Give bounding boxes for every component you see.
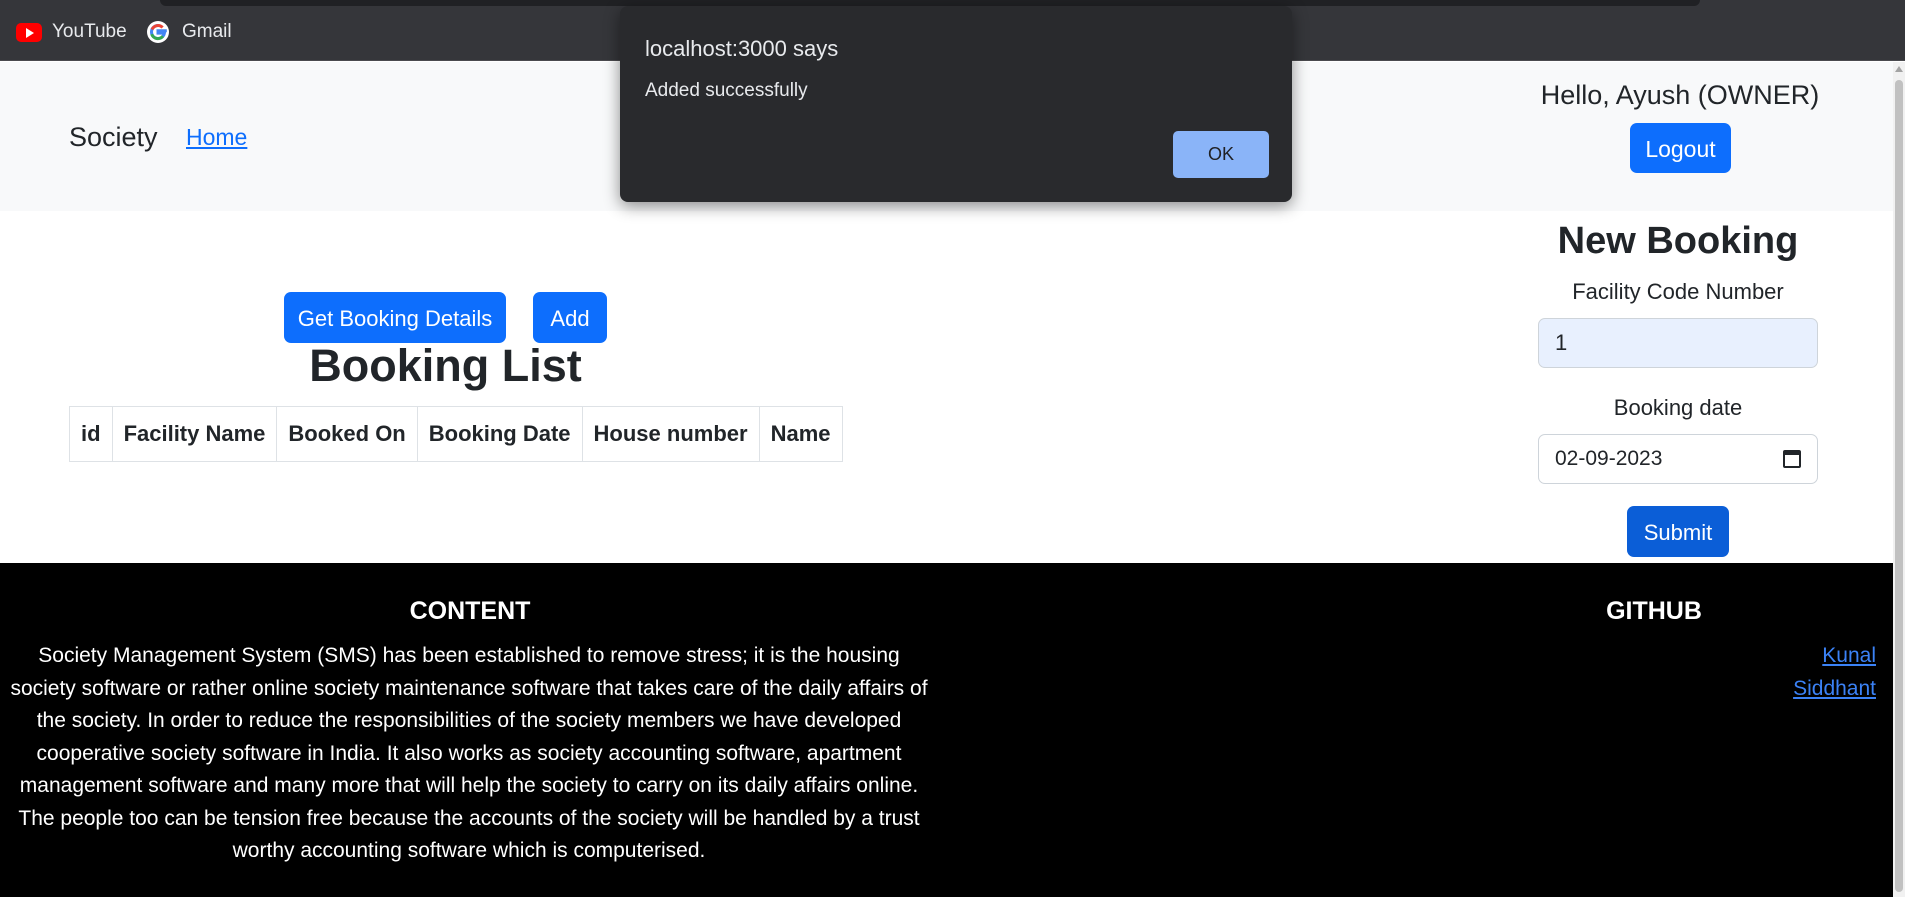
footer-content-text: Society Management System (SMS) has been… (10, 644, 928, 862)
booking-date-value: 02-09-2023 (1555, 447, 1663, 470)
booking-list-title: Booking List (309, 340, 582, 391)
github-link-siddhant[interactable]: Siddhant (1700, 673, 1876, 706)
booking-date-input[interactable]: 02-09-2023 (1538, 434, 1818, 484)
alert-dialog: localhost:3000 says Added successfully O… (620, 6, 1292, 202)
column-header-house-number: House number (581, 406, 760, 462)
dialog-message: Added successfully (645, 80, 808, 101)
bookmark-youtube[interactable]: YouTube (16, 18, 127, 46)
brand[interactable]: Society (69, 122, 158, 153)
column-header-name: Name (758, 406, 843, 462)
user-greeting: Hello, Ayush (OWNER) (1540, 80, 1820, 110)
new-booking-title: New Booking (1557, 220, 1799, 262)
logout-button[interactable]: Logout (1630, 123, 1731, 173)
scrollbar-thumb[interactable] (1895, 80, 1903, 892)
scrollbar[interactable] (1893, 62, 1905, 897)
booking-date-label: Booking date (1613, 395, 1743, 420)
get-booking-details-button[interactable]: Get Booking Details (284, 292, 506, 343)
calendar-icon[interactable] (1783, 450, 1801, 468)
github-link-kunal[interactable]: Kunal (1700, 640, 1876, 673)
youtube-icon (16, 22, 42, 42)
footer: CONTENT Society Management System (SMS) … (0, 563, 1893, 897)
bookmark-label: YouTube (52, 21, 127, 42)
submit-button[interactable]: Submit (1627, 506, 1729, 557)
column-header-facility-name: Facility Name (111, 406, 278, 462)
scroll-up-arrow-icon[interactable] (1895, 66, 1903, 72)
column-header-booked-on: Booked On (276, 406, 418, 462)
github-links: Kunal Siddhant (1700, 640, 1876, 705)
nav-home-link[interactable]: Home (186, 124, 247, 151)
footer-github-title: GITHUB (1606, 597, 1702, 625)
dialog-ok-button[interactable]: OK (1173, 131, 1269, 178)
column-header-booking-date: Booking Date (416, 406, 583, 462)
bookmark-gmail[interactable]: Gmail (146, 18, 232, 46)
column-header-id: id (69, 406, 113, 462)
facility-code-label: Facility Code Number (1572, 279, 1784, 304)
bookmark-label: Gmail (182, 21, 232, 42)
facility-code-input[interactable] (1538, 318, 1818, 368)
booking-table: id Facility Name Booked On Booking Date … (69, 406, 843, 462)
footer-content-title: CONTENT (409, 597, 531, 625)
table-header-row: id Facility Name Booked On Booking Date … (69, 406, 843, 462)
dialog-title: localhost:3000 says (645, 36, 839, 61)
add-button[interactable]: Add (533, 292, 607, 343)
google-icon (147, 21, 169, 43)
